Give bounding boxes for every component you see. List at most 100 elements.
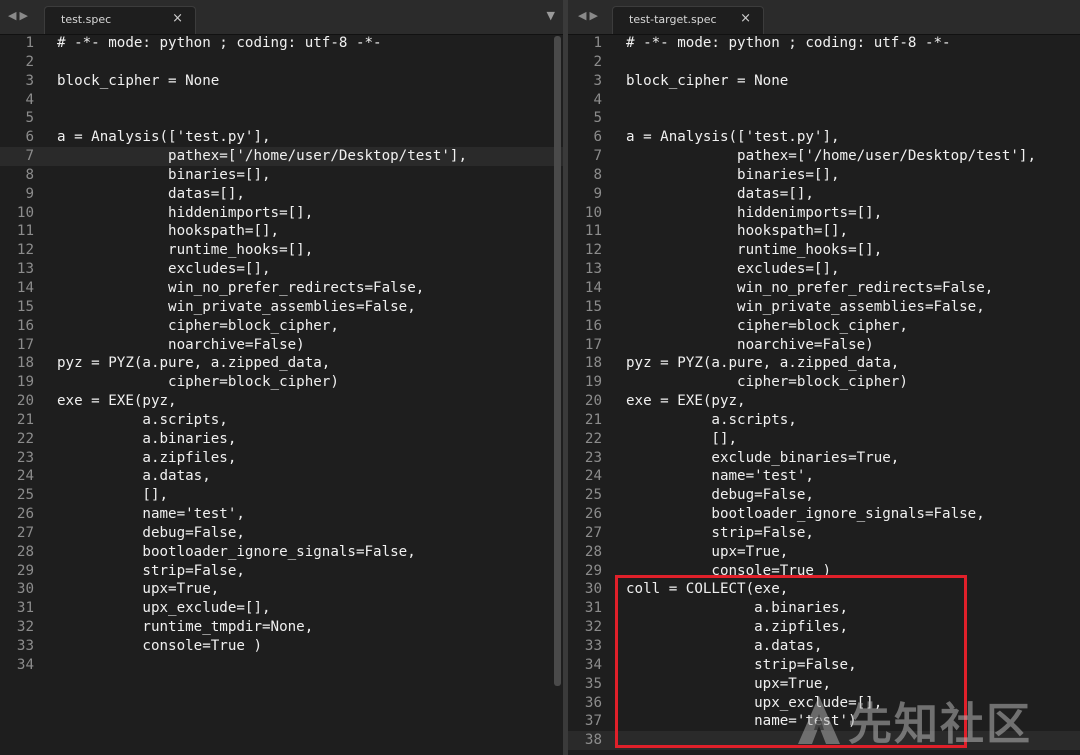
line-text: strip=False, bbox=[626, 524, 814, 541]
line-text: hookspath=[], bbox=[626, 223, 849, 240]
code-line[interactable]: 10 hiddenimports=[], bbox=[0, 204, 563, 223]
code-line[interactable]: 19 cipher=block_cipher) bbox=[568, 373, 1080, 392]
line-text: [], bbox=[626, 430, 738, 447]
code-line[interactable]: 13 excludes=[], bbox=[568, 260, 1080, 279]
code-line[interactable]: 31 upx_exclude=[], bbox=[0, 599, 563, 618]
code-line[interactable]: 6 a = Analysis(['test.py'], bbox=[0, 128, 563, 147]
code-line[interactable]: 18 pyz = PYZ(a.pure, a.zipped_data, bbox=[0, 354, 563, 373]
code-line[interactable]: 18 pyz = PYZ(a.pure, a.zipped_data, bbox=[568, 354, 1080, 373]
line-number: 17 bbox=[16, 336, 34, 353]
line-text: noarchive=False) bbox=[626, 336, 874, 353]
tab-test-spec[interactable]: test.spec × bbox=[44, 6, 196, 34]
code-line[interactable]: 8 binaries=[], bbox=[0, 166, 563, 185]
code-editor-left[interactable]: 1 # -*- mode: python ; coding: utf-8 -*- 2… bbox=[0, 34, 563, 755]
code-line[interactable]: 13 excludes=[], bbox=[0, 260, 563, 279]
code-line[interactable]: 25 [], bbox=[0, 486, 563, 505]
code-line[interactable]: 14 win_no_prefer_redirects=False, bbox=[0, 279, 563, 298]
code-line[interactable]: 20 exe = EXE(pyz, bbox=[0, 392, 563, 411]
code-line[interactable]: 22 [], bbox=[568, 430, 1080, 449]
code-line[interactable]: 3 block_cipher = None bbox=[568, 72, 1080, 91]
code-line[interactable]: 22 a.binaries, bbox=[0, 430, 563, 449]
tab-test-target-spec[interactable]: test-target.spec × bbox=[612, 6, 764, 34]
code-line[interactable]: 2 bbox=[0, 53, 563, 72]
code-line[interactable]: 11 hookspath=[], bbox=[568, 222, 1080, 241]
code-line[interactable]: 30 upx=True, bbox=[0, 580, 563, 599]
code-line[interactable]: 19 cipher=block_cipher) bbox=[0, 373, 563, 392]
line-number: 27 bbox=[16, 524, 34, 541]
code-line[interactable]: 12 runtime_hooks=[], bbox=[568, 241, 1080, 260]
code-line[interactable]: 28 upx=True, bbox=[568, 543, 1080, 562]
code-line[interactable]: 15 win_private_assemblies=False, bbox=[568, 298, 1080, 317]
line-text: pyz = PYZ(a.pure, a.zipped_data, bbox=[626, 355, 900, 372]
line-text: runtime_hooks=[], bbox=[57, 242, 314, 259]
nav-forward-icon[interactable]: ▶ bbox=[19, 9, 30, 22]
line-number: 19 bbox=[584, 374, 602, 391]
nav-forward-icon[interactable]: ▶ bbox=[589, 9, 600, 22]
code-line[interactable]: 20 exe = EXE(pyz, bbox=[568, 392, 1080, 411]
editor-pane-right: ◀▶ test-target.spec × 1 # -*- mode: pytho… bbox=[568, 0, 1080, 755]
line-number: 9 bbox=[25, 185, 34, 202]
code-line[interactable]: 25 debug=False, bbox=[568, 486, 1080, 505]
code-line[interactable]: 1 # -*- mode: python ; coding: utf-8 -*- bbox=[568, 34, 1080, 53]
line-text: strip=False, bbox=[57, 562, 245, 579]
code-line[interactable]: 21 a.scripts, bbox=[568, 411, 1080, 430]
close-icon[interactable]: × bbox=[172, 11, 183, 26]
code-line[interactable]: 2 bbox=[568, 53, 1080, 72]
code-line[interactable]: 34 bbox=[0, 656, 563, 675]
nav-back-icon[interactable]: ◀ bbox=[8, 9, 19, 22]
line-text: a.scripts, bbox=[57, 411, 228, 428]
code-line[interactable]: 33 console=True ) bbox=[0, 637, 563, 656]
line-number: 6 bbox=[593, 129, 602, 146]
code-line[interactable]: 24 name='test', bbox=[568, 467, 1080, 486]
line-number: 12 bbox=[16, 242, 34, 259]
code-line[interactable]: 5 bbox=[0, 109, 563, 128]
editor-pane-left: ◀▶ test.spec × ▼ 1 # -*- mode: python ; c… bbox=[0, 0, 563, 755]
code-line[interactable]: 11 hookspath=[], bbox=[0, 222, 563, 241]
line-number: 3 bbox=[593, 72, 602, 89]
code-line[interactable]: 5 bbox=[568, 109, 1080, 128]
code-line[interactable]: 26 name='test', bbox=[0, 505, 563, 524]
code-line[interactable]: 29 strip=False, bbox=[0, 562, 563, 581]
code-line[interactable]: 4 bbox=[568, 91, 1080, 110]
line-number: 19 bbox=[16, 374, 34, 391]
line-text: upx_exclude=[], bbox=[57, 600, 271, 617]
line-number: 20 bbox=[584, 393, 602, 410]
code-line[interactable]: 15 win_private_assemblies=False, bbox=[0, 298, 563, 317]
code-line[interactable]: 17 noarchive=False) bbox=[568, 336, 1080, 355]
code-line[interactable]: 3 block_cipher = None bbox=[0, 72, 563, 91]
code-line[interactable]: 17 noarchive=False) bbox=[0, 336, 563, 355]
code-line[interactable]: 12 runtime_hooks=[], bbox=[0, 241, 563, 260]
scrollbar-thumb[interactable] bbox=[554, 36, 561, 686]
code-line[interactable]: 7 pathex=['/home/user/Desktop/test'], bbox=[0, 147, 563, 166]
code-line[interactable]: 9 datas=[], bbox=[568, 185, 1080, 204]
close-icon[interactable]: × bbox=[740, 11, 751, 26]
line-number: 31 bbox=[16, 600, 34, 617]
code-line[interactable]: 28 bootloader_ignore_signals=False, bbox=[0, 543, 563, 562]
code-line[interactable]: 4 bbox=[0, 91, 563, 110]
code-line[interactable]: 10 hiddenimports=[], bbox=[568, 204, 1080, 223]
code-line[interactable]: 14 win_no_prefer_redirects=False, bbox=[568, 279, 1080, 298]
code-line[interactable]: 16 cipher=block_cipher, bbox=[568, 317, 1080, 336]
code-line[interactable]: 32 runtime_tmpdir=None, bbox=[0, 618, 563, 637]
code-line[interactable]: 1 # -*- mode: python ; coding: utf-8 -*- bbox=[0, 34, 563, 53]
code-line[interactable]: 27 strip=False, bbox=[568, 524, 1080, 543]
code-line[interactable]: 7 pathex=['/home/user/Desktop/test'], bbox=[568, 147, 1080, 166]
line-number: 33 bbox=[584, 638, 602, 654]
code-line[interactable]: 27 debug=False, bbox=[0, 524, 563, 543]
code-line[interactable]: 9 datas=[], bbox=[0, 185, 563, 204]
line-text: win_no_prefer_redirects=False, bbox=[57, 279, 425, 296]
code-line[interactable]: 23 exclude_binaries=True, bbox=[568, 449, 1080, 468]
line-text: block_cipher = None bbox=[626, 72, 789, 89]
code-line[interactable]: 16 cipher=block_cipher, bbox=[0, 317, 563, 336]
code-line[interactable]: 24 a.datas, bbox=[0, 467, 563, 486]
code-line[interactable]: 8 binaries=[], bbox=[568, 166, 1080, 185]
line-number: 10 bbox=[16, 204, 34, 221]
line-text: exclude_binaries=True, bbox=[626, 449, 900, 466]
code-line[interactable]: 26 bootloader_ignore_signals=False, bbox=[568, 505, 1080, 524]
code-line[interactable]: 23 a.zipfiles, bbox=[0, 449, 563, 468]
nav-back-icon[interactable]: ◀ bbox=[578, 9, 589, 22]
chevron-down-icon[interactable]: ▼ bbox=[547, 9, 555, 22]
code-line[interactable]: 21 a.scripts, bbox=[0, 411, 563, 430]
line-number: 4 bbox=[593, 91, 602, 108]
code-line[interactable]: 6 a = Analysis(['test.py'], bbox=[568, 128, 1080, 147]
